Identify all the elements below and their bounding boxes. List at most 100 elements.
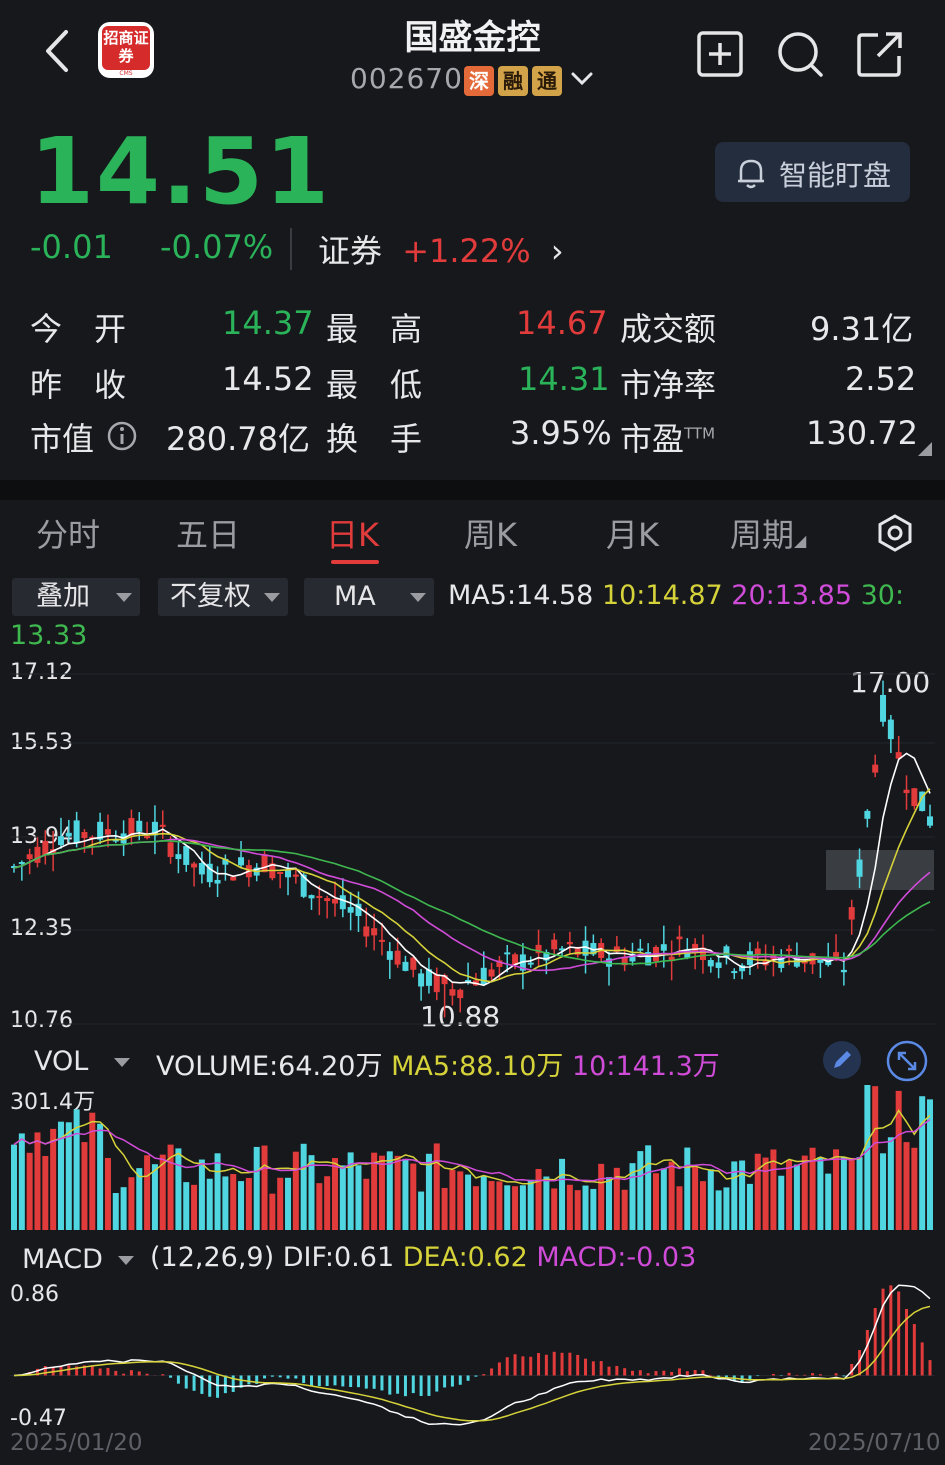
volume-bar <box>418 1191 425 1230</box>
volume-bar <box>504 1185 511 1230</box>
volume-bar <box>449 1169 456 1230</box>
tab-daily-k[interactable]: 日K <box>326 510 379 556</box>
tag-connect: 通 <box>532 66 562 96</box>
candle-body <box>316 895 323 898</box>
tab-five-day[interactable]: 五日 <box>176 510 240 556</box>
candle-body <box>230 876 237 881</box>
volume-bar <box>292 1151 299 1230</box>
low-value: 14.31 <box>518 360 610 398</box>
macd-chart[interactable] <box>0 1280 945 1430</box>
candle-body <box>347 907 354 913</box>
kline-chart[interactable] <box>0 650 945 1040</box>
ma5-line <box>13 752 931 987</box>
candle-body <box>418 973 425 987</box>
start-date: 2025/01/20 <box>10 1430 143 1456</box>
tag-shenzhen: 深 <box>464 66 494 96</box>
volume-bar <box>668 1161 675 1230</box>
volume-bar <box>793 1164 800 1230</box>
tab-intraday[interactable]: 分时 <box>36 510 100 556</box>
volume-bar <box>222 1176 229 1230</box>
dif-line <box>13 1284 931 1426</box>
pe-value: 130.72 <box>806 414 918 452</box>
candle-body <box>840 969 847 973</box>
volume-bar <box>817 1157 824 1230</box>
sector-link[interactable]: 证券 +1.22% › <box>318 226 564 272</box>
volume-bar <box>472 1186 479 1230</box>
candle-body <box>504 952 511 955</box>
candle-body <box>324 898 331 902</box>
volume-bar <box>238 1181 245 1230</box>
volume-bar <box>34 1132 41 1230</box>
volume-bar <box>856 1157 863 1230</box>
share-icon[interactable] <box>856 30 904 78</box>
adjust-dropdown[interactable]: 不复权 <box>158 578 288 616</box>
volume-bar <box>519 1185 526 1230</box>
header: 招商证券 CMS 国盛金控 002670 深 融 通 <box>0 0 945 110</box>
volume-bar <box>198 1159 205 1230</box>
volume-bar <box>42 1156 49 1230</box>
macd-selector[interactable]: MACD <box>10 1242 138 1278</box>
volume-bar <box>903 1142 910 1230</box>
candle-body <box>715 962 722 968</box>
smart-monitor-button[interactable]: 智能盯盘 <box>715 142 910 202</box>
search-icon[interactable] <box>776 30 824 78</box>
pe-ttm: TTM <box>684 424 716 443</box>
smart-monitor-label: 智能盯盘 <box>779 159 892 192</box>
fullscreen-icon[interactable] <box>886 1040 928 1082</box>
candle-body <box>238 857 245 866</box>
volume-bar <box>919 1096 926 1230</box>
candle-body <box>457 989 464 999</box>
volume-bar <box>308 1155 315 1230</box>
tab-weekly-k[interactable]: 周K <box>464 510 517 556</box>
volume-bar <box>825 1173 832 1230</box>
edit-pencil-icon[interactable] <box>822 1040 862 1080</box>
volume-bar <box>214 1153 221 1230</box>
volume-bar <box>324 1176 331 1230</box>
volume-bar <box>840 1156 847 1230</box>
candle-body <box>261 854 268 873</box>
volume-bar <box>543 1176 550 1230</box>
volume-bar <box>551 1188 558 1230</box>
volume-bar <box>496 1181 503 1230</box>
volume-bar <box>363 1178 370 1230</box>
candle-body <box>144 836 151 839</box>
candle-body <box>848 907 855 920</box>
settings-icon[interactable] <box>876 514 914 552</box>
tab-monthly-k[interactable]: 月K <box>606 510 659 556</box>
candle-body <box>378 939 385 942</box>
price-change: -0.01 <box>30 228 113 266</box>
volume-bar <box>402 1158 409 1230</box>
indicator-dropdown[interactable]: MA <box>304 578 434 616</box>
volume-bar <box>574 1190 581 1230</box>
candle-body <box>660 944 667 951</box>
volume-bar <box>371 1152 378 1230</box>
candle-body <box>57 836 64 846</box>
macd-dea: DEA:0.62 <box>402 1242 528 1273</box>
chevron-down-icon[interactable] <box>570 66 594 92</box>
prev-close-value: 14.52 <box>222 360 314 398</box>
amount-value: 9.31亿 <box>810 310 914 348</box>
vol-selector[interactable]: VOL <box>10 1044 138 1080</box>
ma-legend: MA5:14.58 10:14.87 20:13.85 30: <box>448 580 904 611</box>
overlay-dropdown[interactable]: 叠加 <box>12 578 140 616</box>
volume-bar <box>621 1189 628 1230</box>
volume-bar <box>801 1155 808 1230</box>
candle-body <box>73 820 80 843</box>
candle-body <box>856 859 863 877</box>
volume-bar <box>245 1177 252 1230</box>
tab-period[interactable]: 周期◢ <box>730 510 806 556</box>
volume-bar <box>645 1145 652 1230</box>
vol-ma10: 10:141.3万 <box>572 1051 720 1082</box>
expand-corner-icon[interactable] <box>918 442 932 456</box>
volume-chart[interactable] <box>0 1080 945 1236</box>
volume-bar <box>833 1149 840 1230</box>
volume-bar <box>887 1137 894 1230</box>
volume-bar <box>606 1177 613 1230</box>
pb-label: 市净率 <box>620 366 717 404</box>
macd-legend: (12,26,9) DIF:0.61 DEA:0.62 MACD:-0.03 <box>150 1242 696 1273</box>
candle-body <box>566 941 573 945</box>
market-cap-label: 市值 <box>30 420 95 458</box>
volume-bar <box>144 1155 151 1230</box>
add-watchlist-icon[interactable] <box>696 30 744 78</box>
info-icon[interactable] <box>106 420 138 452</box>
